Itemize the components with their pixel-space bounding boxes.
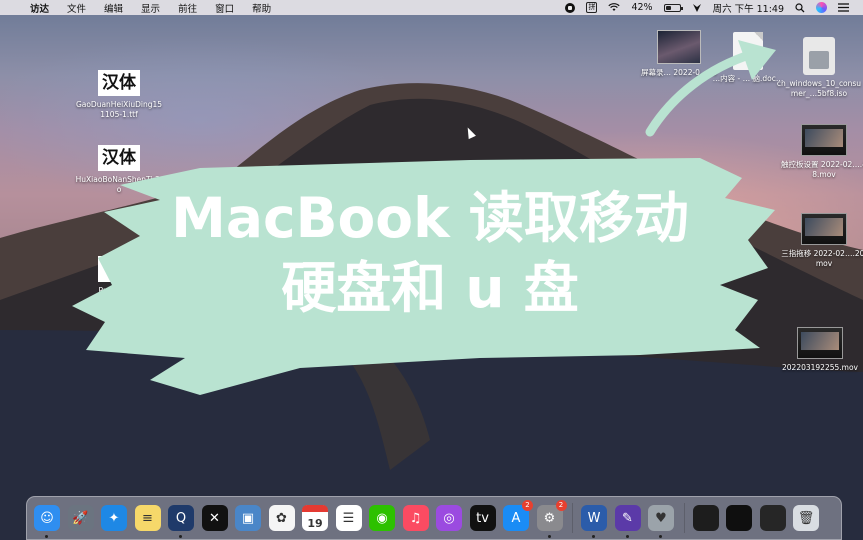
safari-glyph: ✦ [108, 510, 120, 526]
dock-safari-icon[interactable]: ✦ [101, 505, 127, 531]
trash-glyph: 🗑 [797, 510, 815, 526]
dock-recent-video-2-icon[interactable] [726, 505, 752, 531]
dock-notes-icon[interactable]: ≡ [134, 505, 161, 531]
music-glyph: ♫ [409, 510, 422, 526]
running-indicator [547, 535, 551, 538]
quicktime-glyph: Q [175, 510, 187, 526]
dock-activity-monitor-icon[interactable]: ♥ [648, 505, 674, 538]
title-line-2: 硬盘和 u 盘 [281, 256, 579, 320]
podcasts-glyph: ◎ [443, 510, 455, 526]
activity-monitor-glyph: ♥ [655, 510, 667, 526]
dock-quicktime-icon[interactable]: Q [168, 505, 194, 538]
dock-separator [572, 503, 573, 533]
app-store-glyph: A [511, 510, 521, 526]
dock-music-icon[interactable]: ♫ [402, 505, 429, 531]
running-indicator [592, 535, 595, 538]
dock-system-preferences-icon[interactable]: ⚙ 2 [536, 500, 567, 538]
notification-badge: 2 [555, 500, 567, 511]
dock-wechat-icon[interactable]: ◉ [369, 505, 395, 531]
dock-word-icon[interactable]: W [581, 505, 607, 538]
screenshot-tool-glyph: ✎ [622, 510, 633, 526]
dock-recent-video-1-icon[interactable] [692, 505, 719, 531]
apple-tv-glyph: tv [476, 510, 489, 526]
dock-apple-tv-icon[interactable]: tv [469, 505, 496, 531]
finder-glyph: ☺ [40, 510, 54, 526]
wechat-glyph: ◉ [376, 510, 388, 526]
dock: ☺ 🚀 ✦ ≡ Q ✕ ▣ ✿ 19 ☰ ◉ ♫ ◎ tv A 2 ⚙ 2 W ✎ ♥ 🗑 [26, 496, 842, 540]
word-glyph: W [587, 510, 601, 526]
running-indicator [179, 535, 182, 538]
dock-calendar-icon[interactable]: 19 [302, 505, 328, 531]
calendar-glyph: 19 [307, 517, 323, 530]
title-line-1: MacBook 读取移动 [171, 186, 689, 250]
reminders-glyph: ☰ [342, 510, 355, 526]
system-preferences-glyph: ⚙ [543, 510, 556, 526]
dock-reminders-icon[interactable]: ☰ [335, 505, 362, 531]
dock-launchpad-icon[interactable]: 🚀 [67, 505, 94, 531]
dock-trash-icon[interactable]: 🗑 [793, 505, 819, 531]
running-indicator [45, 535, 48, 538]
running-indicator [659, 535, 662, 538]
dock-preview-icon[interactable]: ▣ [235, 505, 261, 531]
photos-glyph: ✿ [276, 510, 287, 526]
dock-finder-icon[interactable]: ☺ [34, 505, 60, 538]
dock-app-store-icon[interactable]: A2 [503, 500, 533, 531]
preview-glyph: ▣ [241, 510, 255, 526]
title-banner: MacBook 读取移动 硬盘和 u 盘 [100, 183, 760, 323]
notes-glyph: ≡ [142, 510, 153, 526]
dock-photos-icon[interactable]: ✿ [268, 505, 295, 531]
capcut-glyph: ✕ [209, 510, 220, 526]
notification-badge: 2 [522, 500, 533, 511]
dock-screenshot-tool-icon[interactable]: ✎ [614, 505, 641, 538]
dock-capcut-icon[interactable]: ✕ [201, 505, 228, 531]
launchpad-glyph: 🚀 [72, 510, 89, 526]
dock-podcasts-icon[interactable]: ◎ [436, 505, 462, 531]
dock-separator [683, 503, 685, 533]
running-indicator [625, 535, 629, 538]
dock-recent-video-3-icon[interactable] [759, 505, 786, 531]
